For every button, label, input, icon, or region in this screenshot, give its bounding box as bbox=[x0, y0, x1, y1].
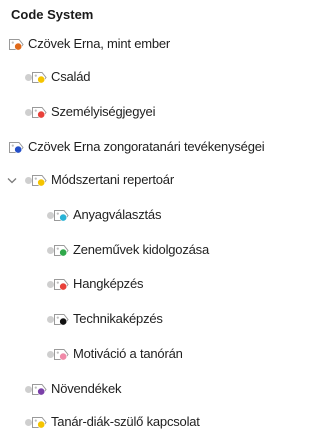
tree-item[interactable]: Zeneművek kidolgozása bbox=[0, 234, 284, 268]
code-tag-icon bbox=[31, 174, 47, 187]
tree-item-label: Technikaképzés bbox=[73, 311, 163, 326]
tree-item-label: Czövek Erna, mint ember bbox=[28, 36, 171, 51]
tree-item-label: Hangképzés bbox=[73, 276, 144, 291]
tree-item[interactable]: Módszertani repertoár bbox=[0, 164, 284, 198]
tree-item-label: Személyiségjegyei bbox=[51, 104, 156, 119]
code-tag-icon bbox=[31, 416, 47, 429]
tree-item-label: Anyagválasztás bbox=[73, 207, 162, 222]
code-system-panel: Code System Czövek Erna, mint ember Csalá… bbox=[0, 0, 284, 443]
tree-item-label: Motiváció a tanórán bbox=[73, 346, 183, 361]
code-tag-icon bbox=[31, 383, 47, 396]
code-tag-icon bbox=[53, 244, 69, 257]
tree-item-label: Család bbox=[51, 69, 91, 84]
tree-item[interactable]: Czövek Erna zongoratanári tevékenységei bbox=[0, 131, 284, 165]
chevron-down-icon[interactable] bbox=[7, 176, 17, 186]
tree-item[interactable]: Motiváció a tanórán bbox=[0, 338, 284, 372]
code-tag-icon bbox=[53, 313, 69, 326]
code-tag-icon bbox=[8, 38, 24, 51]
tree-item[interactable]: Személyiségjegyei bbox=[0, 96, 284, 130]
tree-item-label: Növendékek bbox=[51, 381, 122, 396]
tree-item-label: Zeneművek kidolgozása bbox=[73, 242, 209, 257]
tree-item[interactable]: Technikaképzés bbox=[0, 303, 284, 337]
code-tag-icon bbox=[31, 71, 47, 84]
tree-item[interactable]: Család bbox=[0, 61, 284, 95]
tree-item[interactable]: Tanár-diák-szülő kapcsolat bbox=[0, 406, 284, 440]
tree-item-label: Módszertani repertoár bbox=[51, 172, 174, 187]
tree-item[interactable]: Czövek Erna, mint ember bbox=[0, 28, 284, 62]
code-tag-icon bbox=[53, 348, 69, 361]
code-tag-icon bbox=[8, 141, 24, 154]
tree-item-label: Tanár-diák-szülő kapcsolat bbox=[51, 414, 200, 429]
tree-item[interactable]: Hangképzés bbox=[0, 268, 284, 302]
code-tag-icon bbox=[53, 278, 69, 291]
panel-title: Code System bbox=[11, 7, 94, 22]
code-tag-icon bbox=[53, 209, 69, 222]
tree-item[interactable]: Növendékek bbox=[0, 373, 284, 407]
tree-item[interactable]: Anyagválasztás bbox=[0, 199, 284, 233]
code-tag-icon bbox=[31, 106, 47, 119]
tree-item-label: Czövek Erna zongoratanári tevékenységei bbox=[28, 139, 265, 154]
